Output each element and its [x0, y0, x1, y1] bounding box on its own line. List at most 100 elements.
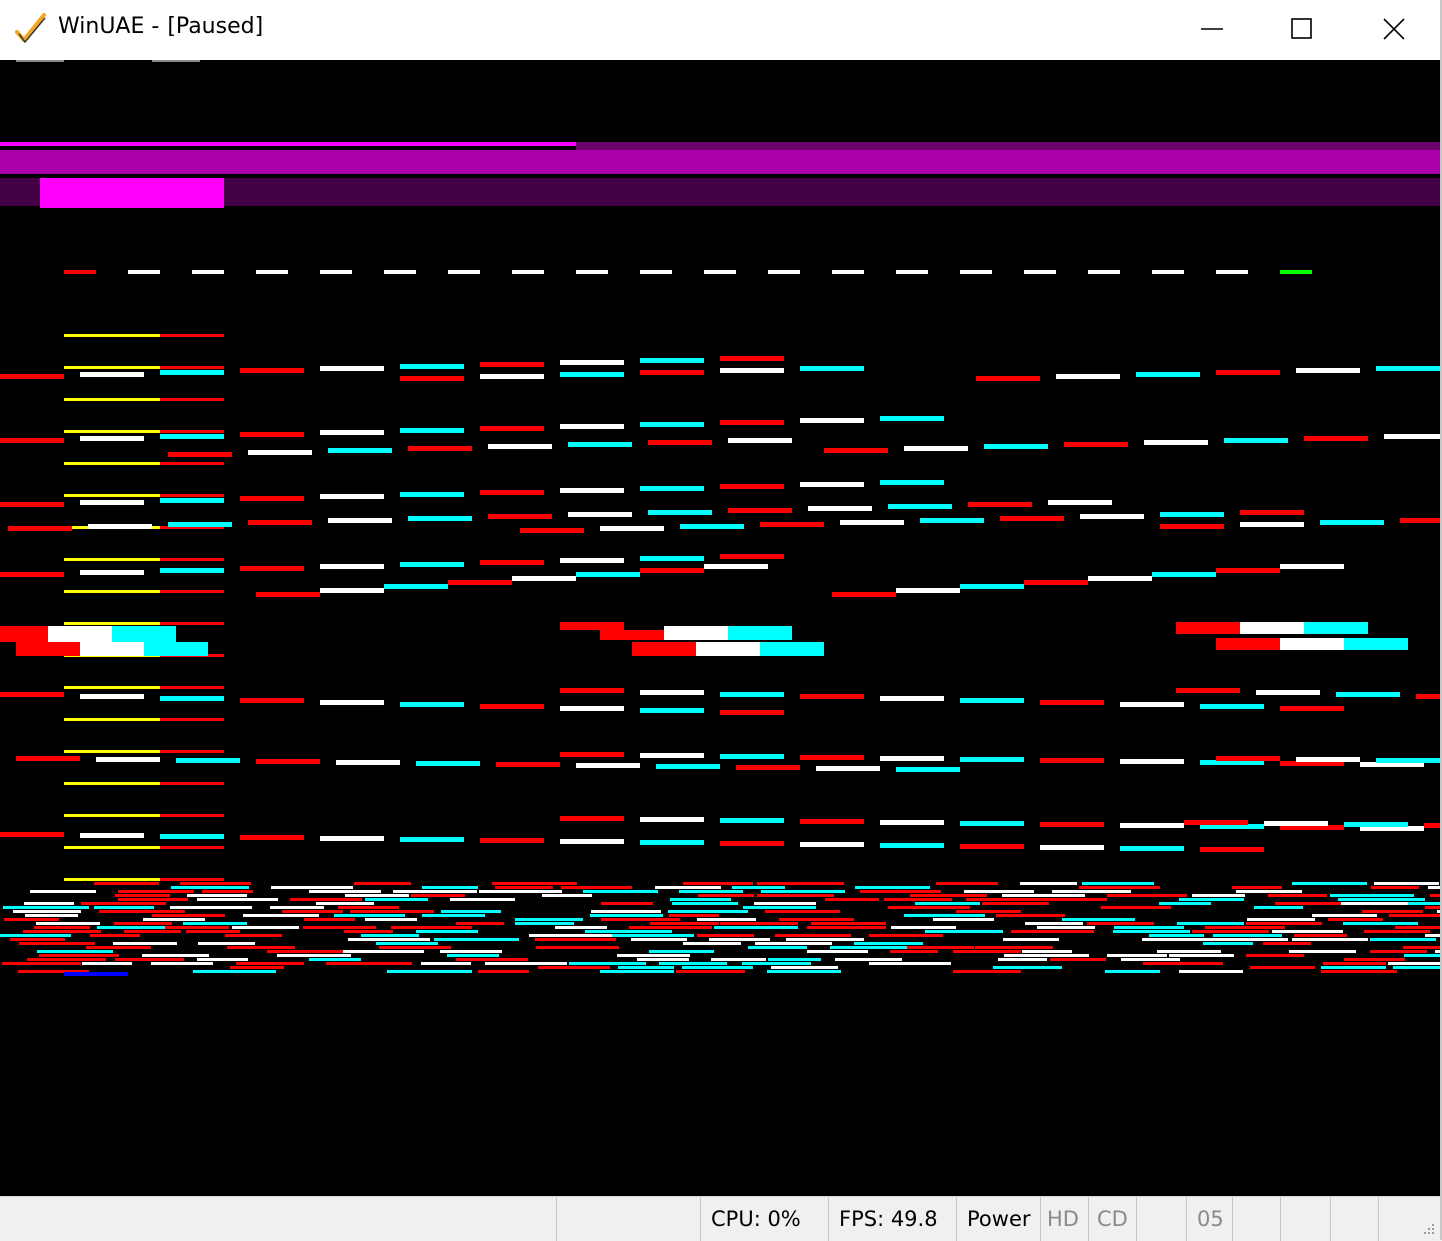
noise-line — [1364, 930, 1430, 933]
streak-segment — [240, 496, 304, 501]
streak-segment — [1160, 524, 1224, 529]
red-line — [160, 718, 224, 721]
winuae-checkmark-icon — [15, 13, 46, 44]
power-led[interactable]: Power — [956, 1197, 1040, 1241]
streak-segment — [400, 428, 464, 433]
streak-segment — [560, 706, 624, 711]
noise-line — [411, 894, 465, 897]
noise-line — [1289, 950, 1356, 953]
noise-line — [1254, 906, 1303, 909]
streak-segment — [704, 564, 768, 569]
noise-line — [492, 882, 577, 885]
streak-segment — [480, 362, 544, 367]
noise-line — [10, 938, 65, 941]
close-icon — [1383, 18, 1405, 40]
noise-line — [354, 882, 411, 885]
drive-df0-led[interactable] — [1136, 1197, 1186, 1241]
noise-line — [618, 966, 674, 969]
noise-line — [659, 962, 727, 965]
streak-segment — [800, 482, 864, 487]
streak-segment — [880, 756, 944, 761]
streak-segment — [96, 757, 160, 762]
noise-line — [1321, 966, 1386, 969]
noise-line — [1062, 918, 1135, 921]
status-misc-seg[interactable] — [1330, 1197, 1378, 1241]
yellow-line — [64, 366, 160, 369]
noise-line — [755, 942, 832, 945]
noise-line — [982, 902, 1049, 905]
noise-line — [142, 954, 209, 957]
noise-line — [869, 934, 943, 937]
white-dash — [896, 270, 928, 274]
streak-segment — [800, 819, 864, 824]
white-dash — [576, 270, 608, 274]
window-title: WinUAE - [Paused] — [58, 14, 263, 39]
noise-line — [99, 910, 185, 913]
streak-segment — [0, 832, 64, 837]
close-button[interactable] — [1348, 0, 1440, 58]
minimize-button[interactable] — [1166, 0, 1258, 58]
white-block — [664, 626, 728, 640]
streak-segment — [720, 754, 784, 759]
drive-df1-track[interactable]: 05 — [1186, 1197, 1232, 1241]
noise-line — [601, 902, 653, 905]
red-block — [0, 626, 48, 642]
cd-led[interactable]: CD — [1088, 1197, 1136, 1241]
noise-line — [1374, 882, 1439, 885]
noise-line — [197, 958, 248, 961]
white-block — [1240, 622, 1304, 634]
noise-line — [585, 930, 672, 933]
streak-segment — [480, 560, 544, 565]
red-block — [560, 622, 624, 630]
title-separator: - — [151, 14, 160, 39]
red-line — [160, 590, 224, 593]
streak-segment — [904, 446, 968, 451]
noise-line — [270, 906, 324, 909]
streak-segment — [1120, 823, 1184, 828]
red-line — [160, 750, 224, 753]
noise-line — [830, 946, 907, 949]
streak-segment — [160, 696, 224, 701]
streak-segment — [920, 518, 984, 523]
streak-segment — [560, 752, 624, 757]
streak-segment — [496, 762, 560, 767]
title-bar[interactable]: WinUAE - [Paused] — [0, 0, 1440, 60]
emulator-screen[interactable] — [0, 60, 1440, 1196]
drive-df3-led[interactable] — [1280, 1197, 1330, 1241]
streak-segment — [384, 584, 448, 589]
streak-segment — [1056, 374, 1120, 379]
noise-line — [629, 926, 712, 929]
noise-line — [485, 962, 567, 965]
drive-df2-led[interactable] — [1232, 1197, 1280, 1241]
streak-segment — [640, 358, 704, 363]
white-dash — [384, 270, 416, 274]
streak-segment — [736, 765, 800, 770]
maximize-button[interactable] — [1256, 0, 1348, 58]
noise-line — [515, 922, 574, 925]
streak-segment — [1264, 821, 1328, 826]
streak-segment — [1280, 564, 1344, 569]
streak-segment — [400, 702, 464, 707]
noise-line — [19, 942, 95, 945]
noise-line — [393, 890, 477, 893]
streak-segment — [80, 372, 144, 377]
hd-led[interactable]: HD — [1040, 1197, 1088, 1241]
noise-line — [1312, 914, 1377, 917]
noise-line — [1247, 918, 1315, 921]
streak-segment — [336, 760, 400, 765]
noise-line — [1338, 898, 1425, 901]
noise-line — [771, 966, 838, 969]
noise-line — [711, 958, 766, 961]
streak-segment — [1000, 516, 1064, 521]
streak-segment — [568, 442, 632, 447]
noise-line — [807, 950, 868, 953]
resize-grip-icon[interactable] — [1420, 1222, 1436, 1238]
noise-line — [152, 914, 225, 917]
streak-segment — [576, 572, 640, 577]
noise-line — [683, 942, 741, 945]
noise-line — [538, 966, 610, 969]
streak-segment — [640, 817, 704, 822]
streak-segment — [1200, 847, 1264, 852]
noise-line — [277, 954, 351, 957]
streak-segment — [248, 450, 312, 455]
